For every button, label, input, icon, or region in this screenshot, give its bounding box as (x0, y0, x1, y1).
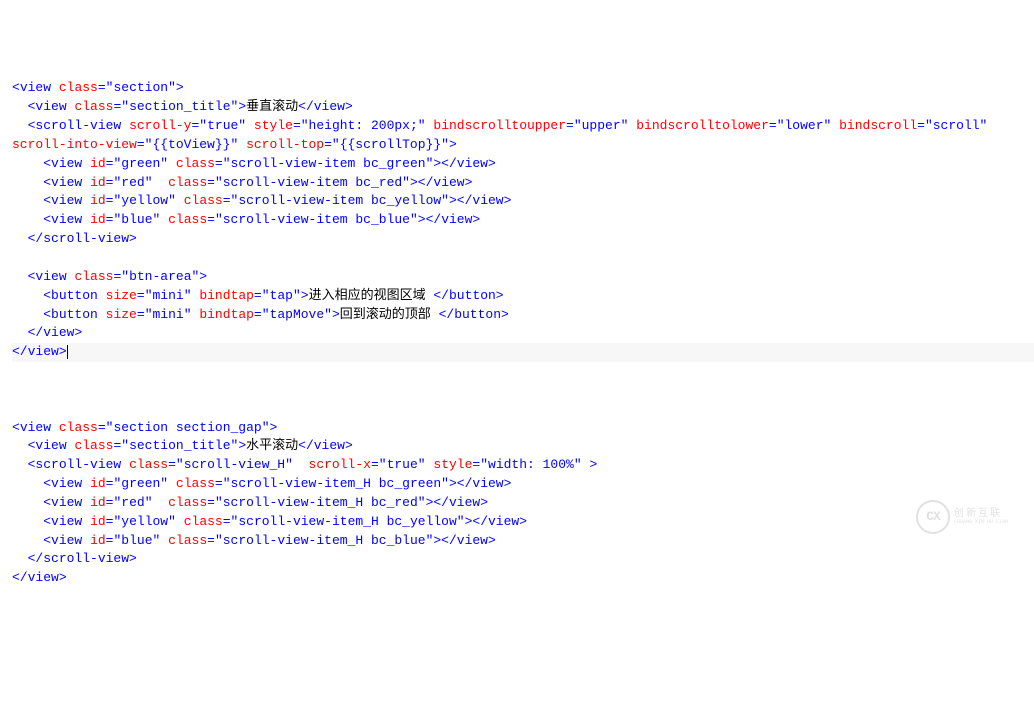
code-line-9: </scroll-view> (28, 231, 137, 246)
code-line-10: <view class="btn-area"> (28, 269, 208, 284)
code-line-s2-2: <view class="section_title">水平滚动</view> (28, 438, 353, 453)
code-line-s2-3: <scroll-view class="scroll-view_H" scrol… (28, 457, 598, 472)
code-line-s2-7: <view id="blue" class="scroll-view-item_… (43, 533, 496, 548)
code-editor-view: <view class="section"> <view class="sect… (12, 79, 1034, 588)
code-line-1: <view class="section"> (12, 80, 184, 95)
text-cursor (67, 345, 68, 359)
code-line-8: <view id="blue" class="scroll-view-item … (43, 212, 480, 227)
code-line-11: <button size="mini" bindtap="tap">进入相应的视… (43, 288, 503, 303)
code-line-s2-4: <view id="green" class="scroll-view-item… (43, 476, 511, 491)
code-line-s2-6: <view id="yellow" class="scroll-view-ite… (43, 514, 527, 529)
code-line-s2-1: <view class="section section_gap"> (12, 420, 277, 435)
code-line-s2-9: </view> (12, 570, 67, 585)
code-line-2: <view class="section_title">垂直滚动</view> (28, 99, 353, 114)
code-line-s2-8: </scroll-view> (28, 551, 137, 566)
code-line-12: <button size="mini" bindtap="tapMove">回到… (43, 307, 509, 322)
code-line-6: <view id="red" class="scroll-view-item b… (43, 175, 472, 190)
code-line-s2-5: <view id="red" class="scroll-view-item_H… (43, 495, 488, 510)
code-line-7: <view id="yellow" class="scroll-view-ite… (43, 193, 511, 208)
code-line-5: <view id="green" class="scroll-view-item… (43, 156, 496, 171)
code-line-3: <scroll-view scroll-y="true" style="heig… (28, 118, 988, 133)
code-line-cursor[interactable]: </view> (12, 343, 1034, 362)
code-line-13: </view> (28, 325, 83, 340)
code-line-4: scroll-into-view="{{toView}}" scroll-top… (12, 137, 457, 152)
